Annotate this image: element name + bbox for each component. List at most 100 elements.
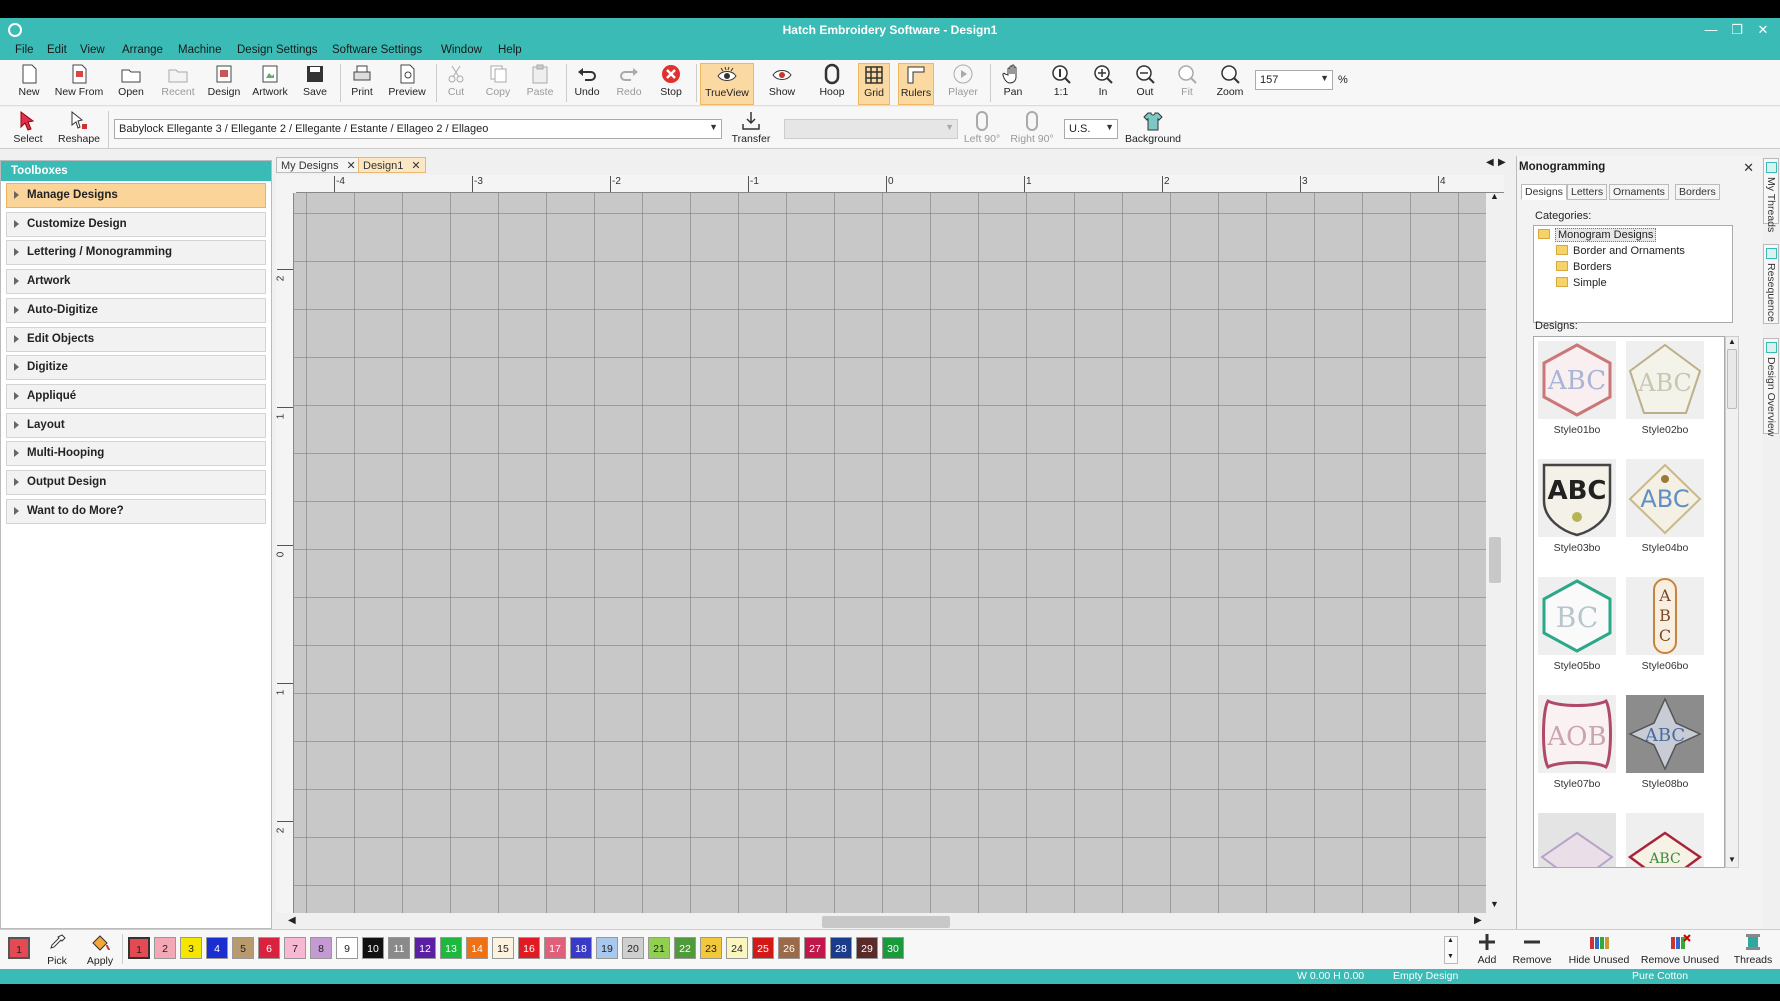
design-thumb-style06bo[interactable]: ABC Style06bo bbox=[1626, 577, 1704, 672]
color-swatch-7[interactable]: 7 bbox=[284, 937, 306, 959]
tab-my-designs[interactable]: My Designs ✕ bbox=[276, 157, 361, 173]
menu-arrange[interactable]: Arrange bbox=[122, 44, 163, 56]
rotate-right-90-button[interactable]: Right 90° bbox=[1010, 110, 1054, 152]
color-swatch-17[interactable]: 17 bbox=[544, 937, 566, 959]
open-button[interactable]: Open bbox=[114, 63, 148, 105]
color-swatch-19[interactable]: 19 bbox=[596, 937, 618, 959]
artwork-button[interactable]: Artwork bbox=[248, 63, 292, 105]
reshape-tool-button[interactable]: Reshape bbox=[56, 110, 102, 152]
background-button[interactable]: Background bbox=[1122, 110, 1184, 152]
color-swatch-9[interactable]: 9 bbox=[336, 937, 358, 959]
close-icon[interactable]: ✕ bbox=[346, 160, 355, 172]
tab-my-threads[interactable]: My Threads bbox=[1763, 158, 1779, 232]
color-swatch-3[interactable]: 3 bbox=[180, 937, 202, 959]
machine-format-combo[interactable]: Babylock Ellegante 3 / Ellegante 2 / Ell… bbox=[114, 119, 722, 139]
threads-button[interactable]: Threads bbox=[1732, 931, 1774, 973]
tab-design1[interactable]: Design1 ✕ bbox=[358, 157, 426, 173]
tab-borders[interactable]: Borders bbox=[1675, 184, 1720, 200]
scroll-left-icon[interactable]: ◀ bbox=[288, 915, 296, 926]
minimize-button[interactable]: — bbox=[1700, 21, 1722, 39]
toolbox-edit-objects[interactable]: Edit Objects bbox=[6, 326, 266, 352]
toolbox-layout[interactable]: Layout bbox=[6, 412, 266, 438]
hoop-combo[interactable]: ▼ bbox=[784, 119, 958, 139]
menu-software-settings[interactable]: Software Settings bbox=[332, 44, 422, 56]
print-button[interactable]: Print bbox=[346, 63, 378, 105]
design-thumb-style08bo[interactable]: ABC Style08bo bbox=[1626, 695, 1704, 790]
color-swatch-22[interactable]: 22 bbox=[674, 937, 696, 959]
current-color-swatch[interactable]: 1 bbox=[8, 937, 30, 959]
restore-button[interactable]: ❐ bbox=[1726, 21, 1748, 39]
scroll-up-icon[interactable]: ▲ bbox=[1447, 937, 1454, 944]
tab-designs[interactable]: Designs bbox=[1521, 184, 1567, 200]
design-thumb-partial-2[interactable]: ABC bbox=[1626, 813, 1704, 867]
color-swatch-6[interactable]: 6 bbox=[258, 937, 280, 959]
player-button[interactable]: Player bbox=[946, 63, 980, 105]
scroll-down-icon[interactable]: ▼ bbox=[1728, 855, 1736, 864]
toolbox-multi-hooping[interactable]: Multi-Hooping bbox=[6, 441, 266, 467]
color-swatch-1[interactable]: 1 bbox=[128, 937, 150, 959]
color-swatch-21[interactable]: 21 bbox=[648, 937, 670, 959]
close-window-button[interactable]: ✕ bbox=[1752, 21, 1774, 39]
zoom-in-button[interactable]: In bbox=[1088, 63, 1118, 105]
color-swatch-26[interactable]: 26 bbox=[778, 937, 800, 959]
category-border-and-ornaments[interactable]: Border and Ornaments bbox=[1556, 245, 1685, 257]
vertical-scroll-thumb[interactable] bbox=[1489, 537, 1501, 583]
show-button[interactable]: Show bbox=[762, 63, 802, 105]
remove-thread-button[interactable]: Remove bbox=[1510, 931, 1554, 973]
toolbox-appliqu[interactable]: Appliqué bbox=[6, 383, 266, 409]
zoom-out-button[interactable]: Out bbox=[1130, 63, 1160, 105]
toolbox-manage-designs[interactable]: Manage Designs bbox=[6, 183, 266, 208]
tab-letters[interactable]: Letters bbox=[1567, 184, 1608, 200]
category-monogram-designs[interactable]: Monogram Designs bbox=[1538, 228, 1657, 242]
color-swatch-14[interactable]: 14 bbox=[466, 937, 488, 959]
category-borders[interactable]: Borders bbox=[1556, 261, 1612, 273]
menu-view[interactable]: View bbox=[80, 44, 105, 56]
toolbox-digitize[interactable]: Digitize bbox=[6, 355, 266, 381]
grid-button[interactable]: Grid bbox=[858, 63, 890, 105]
category-simple[interactable]: Simple bbox=[1556, 277, 1607, 289]
close-icon[interactable]: ✕ bbox=[411, 160, 420, 172]
tab-design-overview[interactable]: Design Overview bbox=[1763, 338, 1779, 436]
design-canvas[interactable] bbox=[294, 193, 1486, 913]
fit-button[interactable]: Fit bbox=[1172, 63, 1202, 105]
rotate-left-90-button[interactable]: Left 90° bbox=[962, 110, 1002, 152]
color-swatch-15[interactable]: 15 bbox=[492, 937, 514, 959]
design-thumb-style04bo[interactable]: ABC Style04bo bbox=[1626, 459, 1704, 554]
vertical-ruler[interactable]: 2 1 0 1 2 bbox=[275, 193, 294, 913]
apply-color-button[interactable]: Apply bbox=[82, 932, 118, 974]
recent-button[interactable]: Recent bbox=[158, 63, 198, 105]
hide-unused-button[interactable]: Hide Unused bbox=[1566, 931, 1632, 973]
copy-button[interactable]: Copy bbox=[482, 63, 514, 105]
rulers-button[interactable]: Rulers bbox=[898, 63, 934, 105]
new-from-button[interactable]: New From bbox=[52, 63, 106, 105]
pick-color-button[interactable]: Pick bbox=[40, 932, 74, 974]
tab-ornaments[interactable]: Ornaments bbox=[1609, 184, 1669, 200]
menu-edit[interactable]: Edit bbox=[47, 44, 67, 56]
pan-button[interactable]: Pan bbox=[998, 63, 1028, 105]
color-swatch-27[interactable]: 27 bbox=[804, 937, 826, 959]
scroll-up-icon[interactable]: ▲ bbox=[1728, 337, 1736, 346]
menu-help[interactable]: Help bbox=[498, 44, 522, 56]
toolbox-customize-design[interactable]: Customize Design bbox=[6, 211, 266, 237]
undo-button[interactable]: Undo bbox=[572, 63, 602, 105]
color-swatch-30[interactable]: 30 bbox=[882, 937, 904, 959]
remove-unused-button[interactable]: Remove Unused bbox=[1640, 931, 1720, 973]
zoom-1to1-button[interactable]: 1:1 bbox=[1046, 63, 1076, 105]
menu-design-settings[interactable]: Design Settings bbox=[237, 44, 318, 56]
color-swatch-25[interactable]: 25 bbox=[752, 937, 774, 959]
horizontal-ruler[interactable]: -4 -3 -2 -1 0 1 2 3 4 bbox=[296, 175, 1504, 193]
color-swatch-18[interactable]: 18 bbox=[570, 937, 592, 959]
color-swatch-5[interactable]: 5 bbox=[232, 937, 254, 959]
design-thumb-style07bo[interactable]: AOB Style07bo bbox=[1538, 695, 1616, 790]
color-swatch-20[interactable]: 20 bbox=[622, 937, 644, 959]
scroll-up-icon[interactable]: ▲ bbox=[1490, 191, 1499, 201]
scroll-right-icon[interactable]: ▶ bbox=[1474, 915, 1482, 926]
save-button[interactable]: Save bbox=[300, 63, 330, 105]
design-thumb-style05bo[interactable]: BC Style05bo bbox=[1538, 577, 1616, 672]
preview-button[interactable]: Preview bbox=[386, 63, 428, 105]
stop-button[interactable]: Stop bbox=[656, 63, 686, 105]
color-swatch-11[interactable]: 11 bbox=[388, 937, 410, 959]
paste-button[interactable]: Paste bbox=[524, 63, 556, 105]
design-thumb-style03bo[interactable]: ABC Style03bo bbox=[1538, 459, 1616, 554]
design-thumb-style01bo[interactable]: ABC Style01bo bbox=[1538, 341, 1616, 436]
